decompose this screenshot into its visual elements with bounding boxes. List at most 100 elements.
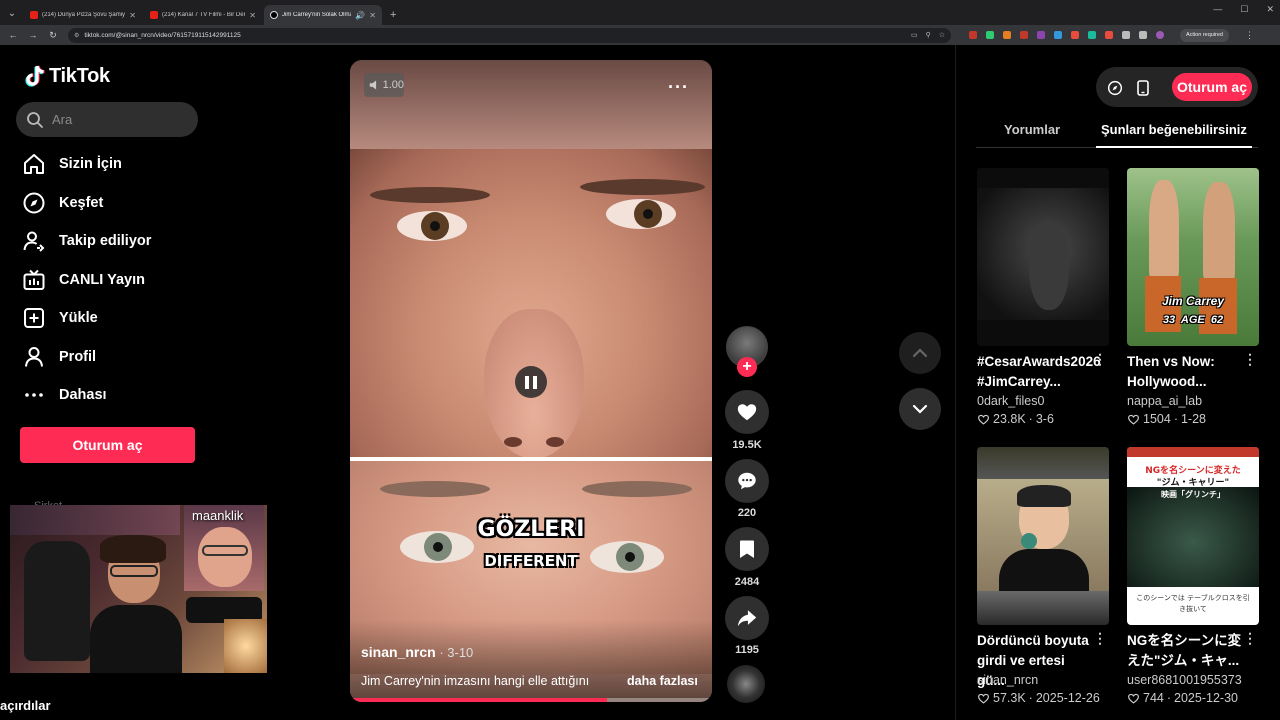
sidebar-item-more[interactable]: Dahası: [22, 376, 222, 415]
sidebar-item-label: Yükle: [59, 310, 98, 327]
video-thumbnail[interactable]: [977, 447, 1109, 625]
video-caption-line2: DIFFERENT: [484, 552, 578, 570]
thumbnail-hair: [1017, 485, 1071, 507]
card-more-icon[interactable]: ⋮: [1243, 351, 1257, 368]
webcam-lamp: [224, 619, 267, 673]
right-panel-tabs: Yorumlar Şunları beğenebilirsiniz: [976, 113, 1258, 148]
webcam-person-glasses: [110, 565, 158, 577]
volume-button[interactable]: 1.00: [364, 73, 404, 97]
tiktok-logo[interactable]: TikTok: [24, 64, 110, 88]
extension-icon[interactable]: [1122, 31, 1130, 39]
eye-right: [606, 199, 676, 229]
extension-icon[interactable]: [1003, 31, 1011, 39]
extension-icon[interactable]: [1071, 31, 1079, 39]
tab-you-may-like[interactable]: Şunları beğenebilirsiniz: [1101, 122, 1247, 137]
close-tab-icon[interactable]: ✕: [369, 11, 376, 20]
close-tab-icon[interactable]: ✕: [129, 11, 136, 20]
browser-tab-active[interactable]: Jim Carrey'nin Solak Olmas 🔊 ✕: [264, 5, 382, 25]
next-video-button[interactable]: [899, 388, 941, 430]
heart-outline-icon: [978, 414, 989, 425]
pause-button[interactable]: [515, 366, 547, 398]
extension-icon[interactable]: [986, 31, 994, 39]
extension-icon[interactable]: [1054, 31, 1062, 39]
like-button[interactable]: [725, 390, 769, 434]
share-button[interactable]: [725, 596, 769, 640]
sidebar-item-for-you[interactable]: Sizin İçin: [22, 145, 222, 184]
video-thumbnail[interactable]: Jim Carrey 33 AGE 62: [1127, 168, 1259, 346]
back-icon[interactable]: ←: [8, 30, 18, 40]
browser-tab-label: Jim Carrey'nin Solak Olmas: [282, 12, 352, 18]
comment-button[interactable]: [725, 459, 769, 503]
sidebar-login-button[interactable]: Oturum aç: [20, 427, 195, 463]
video-more-options-icon[interactable]: ···: [668, 78, 689, 96]
bookmark-icon: [740, 540, 754, 558]
video-progress-bar[interactable]: [350, 698, 712, 702]
card-username[interactable]: user8681001955373: [1127, 673, 1242, 687]
maximize-icon[interactable]: ☐: [1240, 4, 1248, 15]
browser-toolbar: ← → ↻ ⚙ tiktok.com/@sinan_nrcn/video/761…: [0, 25, 1280, 45]
audio-playing-icon[interactable]: 🔊: [355, 11, 365, 20]
top-login-button[interactable]: Oturum aç: [1172, 73, 1252, 101]
share-count: 1195: [735, 644, 759, 656]
extension-icon[interactable]: [1037, 31, 1045, 39]
speaker-icon: [369, 80, 377, 90]
thumbnail-ball: [1021, 533, 1037, 549]
card-username[interactable]: 0dark_files0: [977, 394, 1044, 408]
video-caption-line1: GÖZLERI: [477, 517, 585, 542]
follow-plus-icon[interactable]: +: [737, 357, 757, 377]
author-username[interactable]: sinan_nrcn: [361, 644, 436, 660]
video-thumbnail[interactable]: [977, 168, 1109, 346]
forward-icon[interactable]: →: [28, 30, 38, 40]
card-more-icon[interactable]: ⋮: [1243, 630, 1257, 647]
card-more-icon[interactable]: ⋮: [1093, 351, 1107, 368]
card-title[interactable]: #CesarAwards2026 #JimCarrey...: [977, 352, 1101, 392]
card-username[interactable]: nappa_ai_lab: [1127, 394, 1202, 408]
sidebar-item-label: Takip ediliyor: [59, 233, 152, 250]
browser-menu-icon[interactable]: ⋮: [1245, 30, 1254, 41]
cast-icon[interactable]: ▭: [911, 31, 918, 39]
address-bar[interactable]: ⚙ tiktok.com/@sinan_nrcn/video/761571911…: [68, 27, 951, 43]
close-window-icon[interactable]: ✕: [1266, 4, 1274, 15]
bookmark-star-icon[interactable]: ☆: [939, 31, 945, 39]
video-thumbnail[interactable]: NGを名シーンに変えた "ジム・キャリー" 映画「グリンチ」 このシーンでは テ…: [1127, 447, 1259, 625]
card-meta: 744 · 2025-12-30: [1127, 691, 1238, 705]
tab-comments[interactable]: Yorumlar: [1004, 122, 1060, 137]
previous-video-button[interactable]: [899, 332, 941, 374]
save-button[interactable]: [725, 527, 769, 571]
sidebar-item-upload[interactable]: Yükle: [22, 299, 222, 338]
card-title[interactable]: Then vs Now: Hollywood...: [1127, 352, 1245, 392]
browser-tab[interactable]: (214) Dünya Pizza Şovu Şamiyel ✕: [24, 5, 142, 25]
extension-icon[interactable]: [1020, 31, 1028, 39]
extension-icon[interactable]: [1088, 31, 1096, 39]
video-player[interactable]: 1.00 ··· GÖZLERI DIFFERENT sinan_nrcn · …: [350, 60, 712, 702]
card-more-icon[interactable]: ⋮: [1093, 630, 1107, 647]
explore-compass-button[interactable]: [1101, 74, 1128, 101]
new-tab-button[interactable]: +: [390, 9, 396, 21]
get-app-button[interactable]: [1129, 74, 1156, 101]
tab-list-chevron-icon[interactable]: ⌄: [4, 5, 20, 21]
site-info-icon[interactable]: ⚙: [74, 32, 79, 39]
extension-icon[interactable]: [1139, 31, 1147, 39]
minimize-icon[interactable]: —: [1213, 4, 1222, 15]
sidebar-item-explore[interactable]: Keşfet: [22, 184, 222, 223]
search-input[interactable]: Ara: [16, 102, 198, 137]
video-author[interactable]: sinan_nrcn · 3-10: [361, 644, 473, 660]
card-title[interactable]: NGを名シーンに変えた"ジム・キャ...: [1127, 631, 1245, 671]
card-username[interactable]: sinan_nrcn: [977, 673, 1038, 687]
browser-tab[interactable]: (214) Kanal 7 TV Filmi - Bir Den ✕: [144, 5, 262, 25]
music-disc-icon[interactable]: [727, 665, 765, 703]
reload-icon[interactable]: ↻: [48, 30, 58, 41]
compass-icon: [1107, 80, 1122, 95]
following-icon: [23, 231, 45, 252]
extension-icon[interactable]: [1156, 31, 1164, 39]
tiktok-note-icon: [25, 65, 45, 87]
description-more-link[interactable]: daha fazlası: [627, 674, 698, 688]
zoom-icon[interactable]: ⚲: [926, 31, 931, 39]
sidebar-item-profile[interactable]: Profil: [22, 338, 222, 377]
extension-icon[interactable]: [1105, 31, 1113, 39]
sidebar-item-following[interactable]: Takip ediliyor: [22, 222, 222, 261]
close-tab-icon[interactable]: ✕: [249, 11, 256, 20]
extension-icon[interactable]: [969, 31, 977, 39]
sidebar-item-live[interactable]: CANLI Yayın: [22, 261, 222, 300]
action-required-badge[interactable]: Action required: [1180, 28, 1229, 42]
